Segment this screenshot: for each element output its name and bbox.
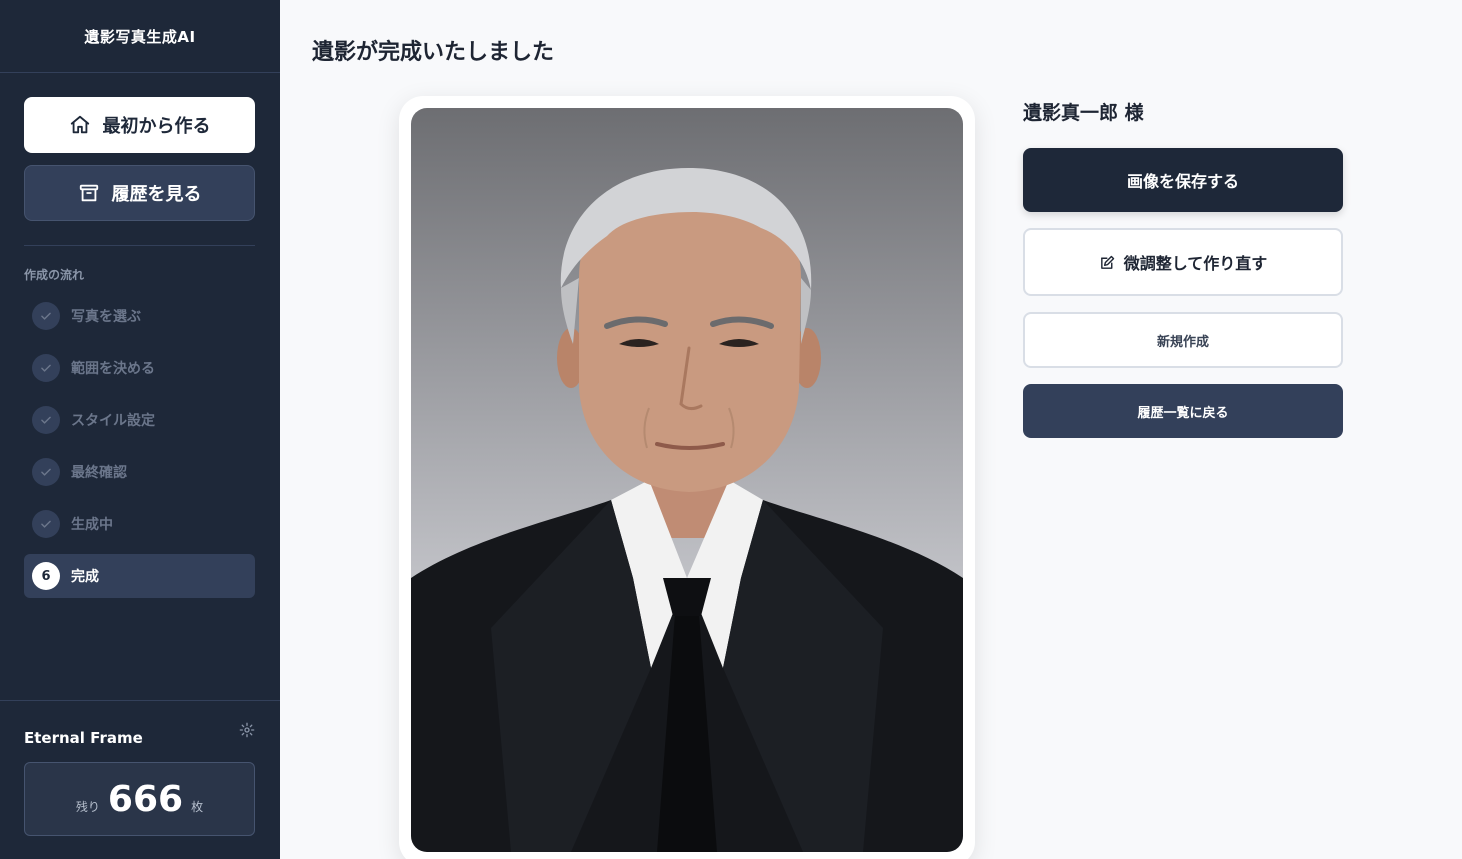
flow-title: 作成の流れ [24,268,85,282]
portrait-image [411,108,963,852]
check-icon [32,354,60,382]
credits-box: 残り 666 枚 [24,762,255,836]
check-icon [32,510,60,538]
gear-icon[interactable] [239,722,255,738]
page-title: 遺影が完成いたしました [312,40,555,65]
credits-prefix: 残り [75,799,100,814]
archive-icon [79,184,98,202]
step-final-check: 最終確認 [24,450,255,494]
portrait-illustration [411,167,963,852]
app-name: Eternal Frame [24,729,143,747]
step-label: スタイル設定 [71,413,155,429]
start-over-button[interactable]: 最初から作る [24,97,255,153]
step-label: 写真を選ぶ [71,309,141,325]
check-icon [32,458,60,486]
view-history-button[interactable]: 履歴を見る [24,165,255,221]
view-history-label: 履歴を見る [111,184,202,205]
back-to-history-button[interactable]: 履歴一覧に戻る [1023,384,1343,438]
edit-icon [1100,255,1114,269]
adjust-remake-label: 微調整して作り直す [1123,254,1268,273]
start-over-label: 最初から作る [102,116,211,137]
step-style-settings: スタイル設定 [24,398,255,442]
new-create-label: 新規作成 [1156,334,1209,350]
step-set-range: 範囲を決める [24,346,255,390]
brand-title: 遺影写真生成AI [0,0,280,73]
back-to-history-label: 履歴一覧に戻る [1137,405,1229,421]
save-image-button[interactable]: 画像を保存する [1023,148,1343,212]
home-icon [70,115,89,134]
sidebar-divider [24,245,255,246]
step-number: 6 [32,562,60,590]
step-label: 生成中 [71,517,113,533]
step-complete: 6 完成 [24,554,255,598]
step-label: 完成 [71,569,99,585]
new-create-button[interactable]: 新規作成 [1023,312,1343,368]
sidebar-footer: Eternal Frame 残り 666 枚 [0,700,280,859]
step-generating: 生成中 [24,502,255,546]
adjust-remake-button[interactable]: 微調整して作り直す [1023,228,1343,296]
save-image-label: 画像を保存する [1126,172,1239,191]
step-label: 最終確認 [71,465,127,481]
step-label: 範囲を決める [71,361,155,377]
person-name: 遺影真一郎 様 [1023,102,1144,124]
credits-suffix: 枚 [191,799,204,814]
step-list: 写真を選ぶ 範囲を決める スタイル設定 最終確認 生成中 6 完成 [24,294,255,606]
check-icon [32,302,60,330]
portrait-frame [399,96,975,859]
step-select-photo: 写真を選ぶ [24,294,255,338]
check-icon [32,406,60,434]
credits-value: 666 [107,778,184,820]
sidebar: 遺影写真生成AI 最初から作る 履歴を見る 作成の流れ 写真を選ぶ 範囲を決める… [0,0,280,859]
